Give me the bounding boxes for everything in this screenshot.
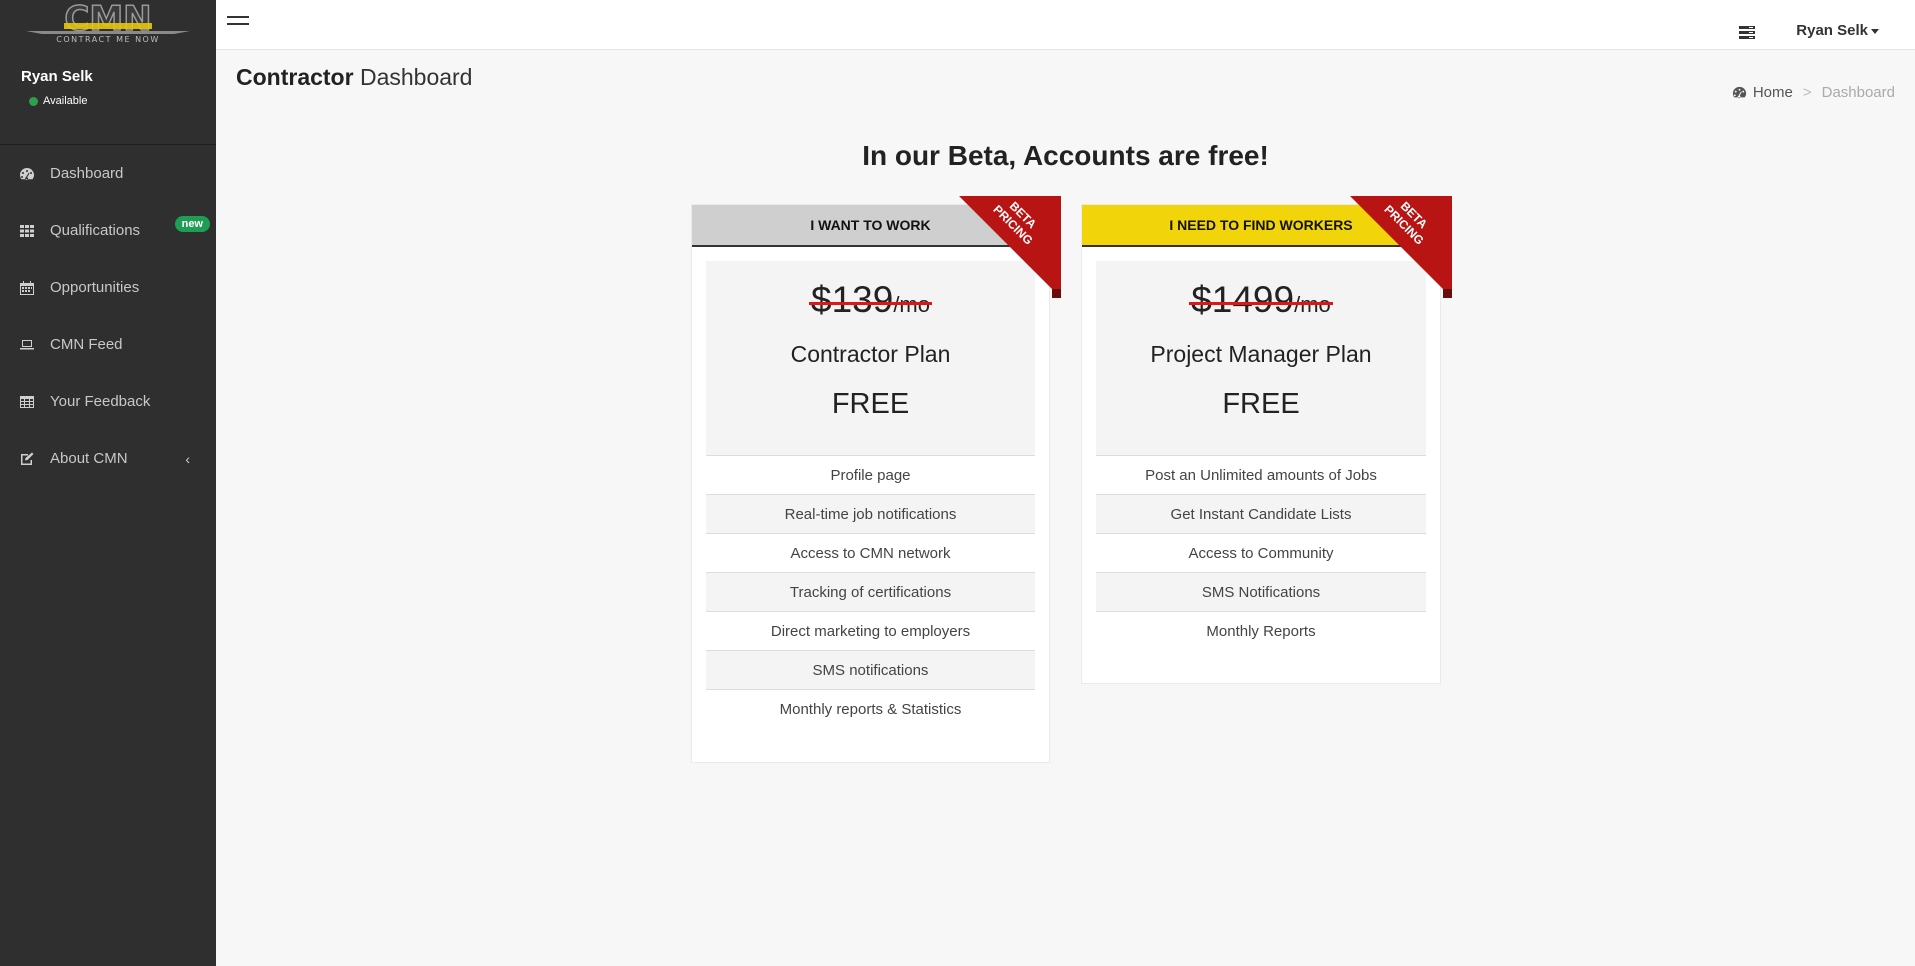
sidebar-item-opportunities[interactable]: Opportunities <box>0 259 216 316</box>
feature-item: SMS notifications <box>706 650 1035 689</box>
price-strikethrough <box>809 302 932 305</box>
user-panel: Ryan Selk Available <box>0 48 216 145</box>
sidebar-menu: Dashboard Qualifications new Opportuniti… <box>0 145 216 487</box>
new-badge: new <box>174 216 210 232</box>
sidebar-toggle-icon[interactable] <box>227 16 251 28</box>
sidebar: CMN CONTRACT ME NOW Ryan Selk Available … <box>0 0 216 966</box>
feature-list: Profile page Real-time job notifications… <box>706 455 1035 728</box>
user-status: Available <box>29 95 216 107</box>
plan-name: Project Manager Plan <box>1150 341 1372 367</box>
chevron-left-icon: ‹ <box>185 451 190 467</box>
calendar-icon <box>18 279 35 296</box>
user-menu-dropdown[interactable]: Ryan Selk <box>1796 22 1879 39</box>
grid-icon <box>18 222 35 239</box>
sidebar-item-qualifications[interactable]: Qualifications new <box>0 202 216 259</box>
feature-item: SMS Notifications <box>1096 572 1426 611</box>
struck-price: $1499/mo <box>1189 279 1333 321</box>
page-title-bold: Contractor <box>236 64 354 90</box>
project-manager-plan-card: I NEED TO FIND WORKERS BETA PRICING $1499… <box>1081 196 1452 684</box>
cmn-logo-image: CMN CONTRACT ME NOW <box>26 1 190 44</box>
feature-item: Access to CMN network <box>706 533 1035 572</box>
price-strikethrough <box>1189 302 1333 305</box>
struck-price: $139/mo <box>809 279 932 321</box>
breadcrumb-home-label: Home <box>1752 84 1793 101</box>
edit-icon <box>18 450 35 467</box>
sidebar-user-name: Ryan Selk <box>21 68 93 85</box>
user-status-label: Available <box>43 95 88 107</box>
status-online-icon <box>29 96 38 106</box>
feature-item: Profile page <box>706 455 1035 494</box>
sidebar-item-label: CMN Feed <box>50 336 123 353</box>
sidebar-item-label: Qualifications <box>50 222 141 239</box>
contractor-plan-card: I WANT TO WORK BETAPRICING $139/mo Contr… <box>691 196 1061 763</box>
feature-item: Get Instant Candidate Lists <box>1096 494 1426 533</box>
header-user-name: Ryan Selk <box>1796 22 1868 39</box>
plan-name: Contractor Plan <box>790 341 951 367</box>
svg-text:CMN: CMN <box>64 1 151 39</box>
plan-price-free: FREE <box>1222 388 1300 420</box>
top-navbar: Ryan Selk <box>216 0 1915 50</box>
feature-item: Post an Unlimited amounts of Jobs <box>1096 455 1426 494</box>
sidebar-item-label: Dashboard <box>50 165 124 182</box>
cmn-logo[interactable]: CMN CONTRACT ME NOW <box>0 0 216 48</box>
price-amount: $139 <box>811 279 894 320</box>
caret-down-icon <box>1871 28 1879 34</box>
dashboard-icon <box>18 165 35 182</box>
beta-headline: In our Beta, Accounts are free! <box>862 140 1269 171</box>
sidebar-item-about-cmn[interactable]: About CMN ‹ <box>0 430 216 487</box>
feature-item: Monthly reports & Statistics <box>706 689 1035 728</box>
feature-item: Real-time job notifications <box>706 494 1035 533</box>
beta-pricing-ribbon: BETA PRICING <box>1350 196 1452 298</box>
sidebar-item-label: About CMN <box>50 450 128 467</box>
sidebar-item-dashboard[interactable]: Dashboard <box>0 145 216 202</box>
feature-item: Tracking of certifications <box>706 572 1035 611</box>
sidebar-item-your-feedback[interactable]: Your Feedback <box>0 373 216 430</box>
sidebar-item-label: Opportunities <box>50 279 140 296</box>
feature-item: Access to Community <box>1096 533 1426 572</box>
breadcrumb-separator: > <box>1802 84 1812 101</box>
feature-list: Post an Unlimited amounts of Jobs Get In… <box>1096 455 1426 650</box>
laptop-icon <box>18 336 35 353</box>
svg-text:CONTRACT ME NOW: CONTRACT ME NOW <box>56 35 160 44</box>
tasks-icon[interactable] <box>1739 26 1755 40</box>
sidebar-item-cmn-feed[interactable]: CMN Feed <box>0 316 216 373</box>
price-amount: $1499 <box>1191 279 1295 320</box>
breadcrumb-current: Dashboard <box>1821 84 1895 101</box>
breadcrumb-home[interactable]: Home <box>1732 84 1793 101</box>
table-icon <box>18 393 35 410</box>
plan-price-free: FREE <box>831 388 910 420</box>
page-title: Contractor Dashboard <box>236 64 472 91</box>
feature-item: Monthly Reports <box>1096 611 1426 650</box>
sidebar-item-label: Your Feedback <box>50 393 151 410</box>
beta-pricing-ribbon: BETA PRICING <box>959 196 1061 298</box>
feature-item: Direct marketing to employers <box>706 611 1035 650</box>
dashboard-icon <box>1732 86 1746 99</box>
page-title-light: Dashboard <box>359 64 473 90</box>
breadcrumb: Home > Dashboard <box>1732 84 1895 101</box>
